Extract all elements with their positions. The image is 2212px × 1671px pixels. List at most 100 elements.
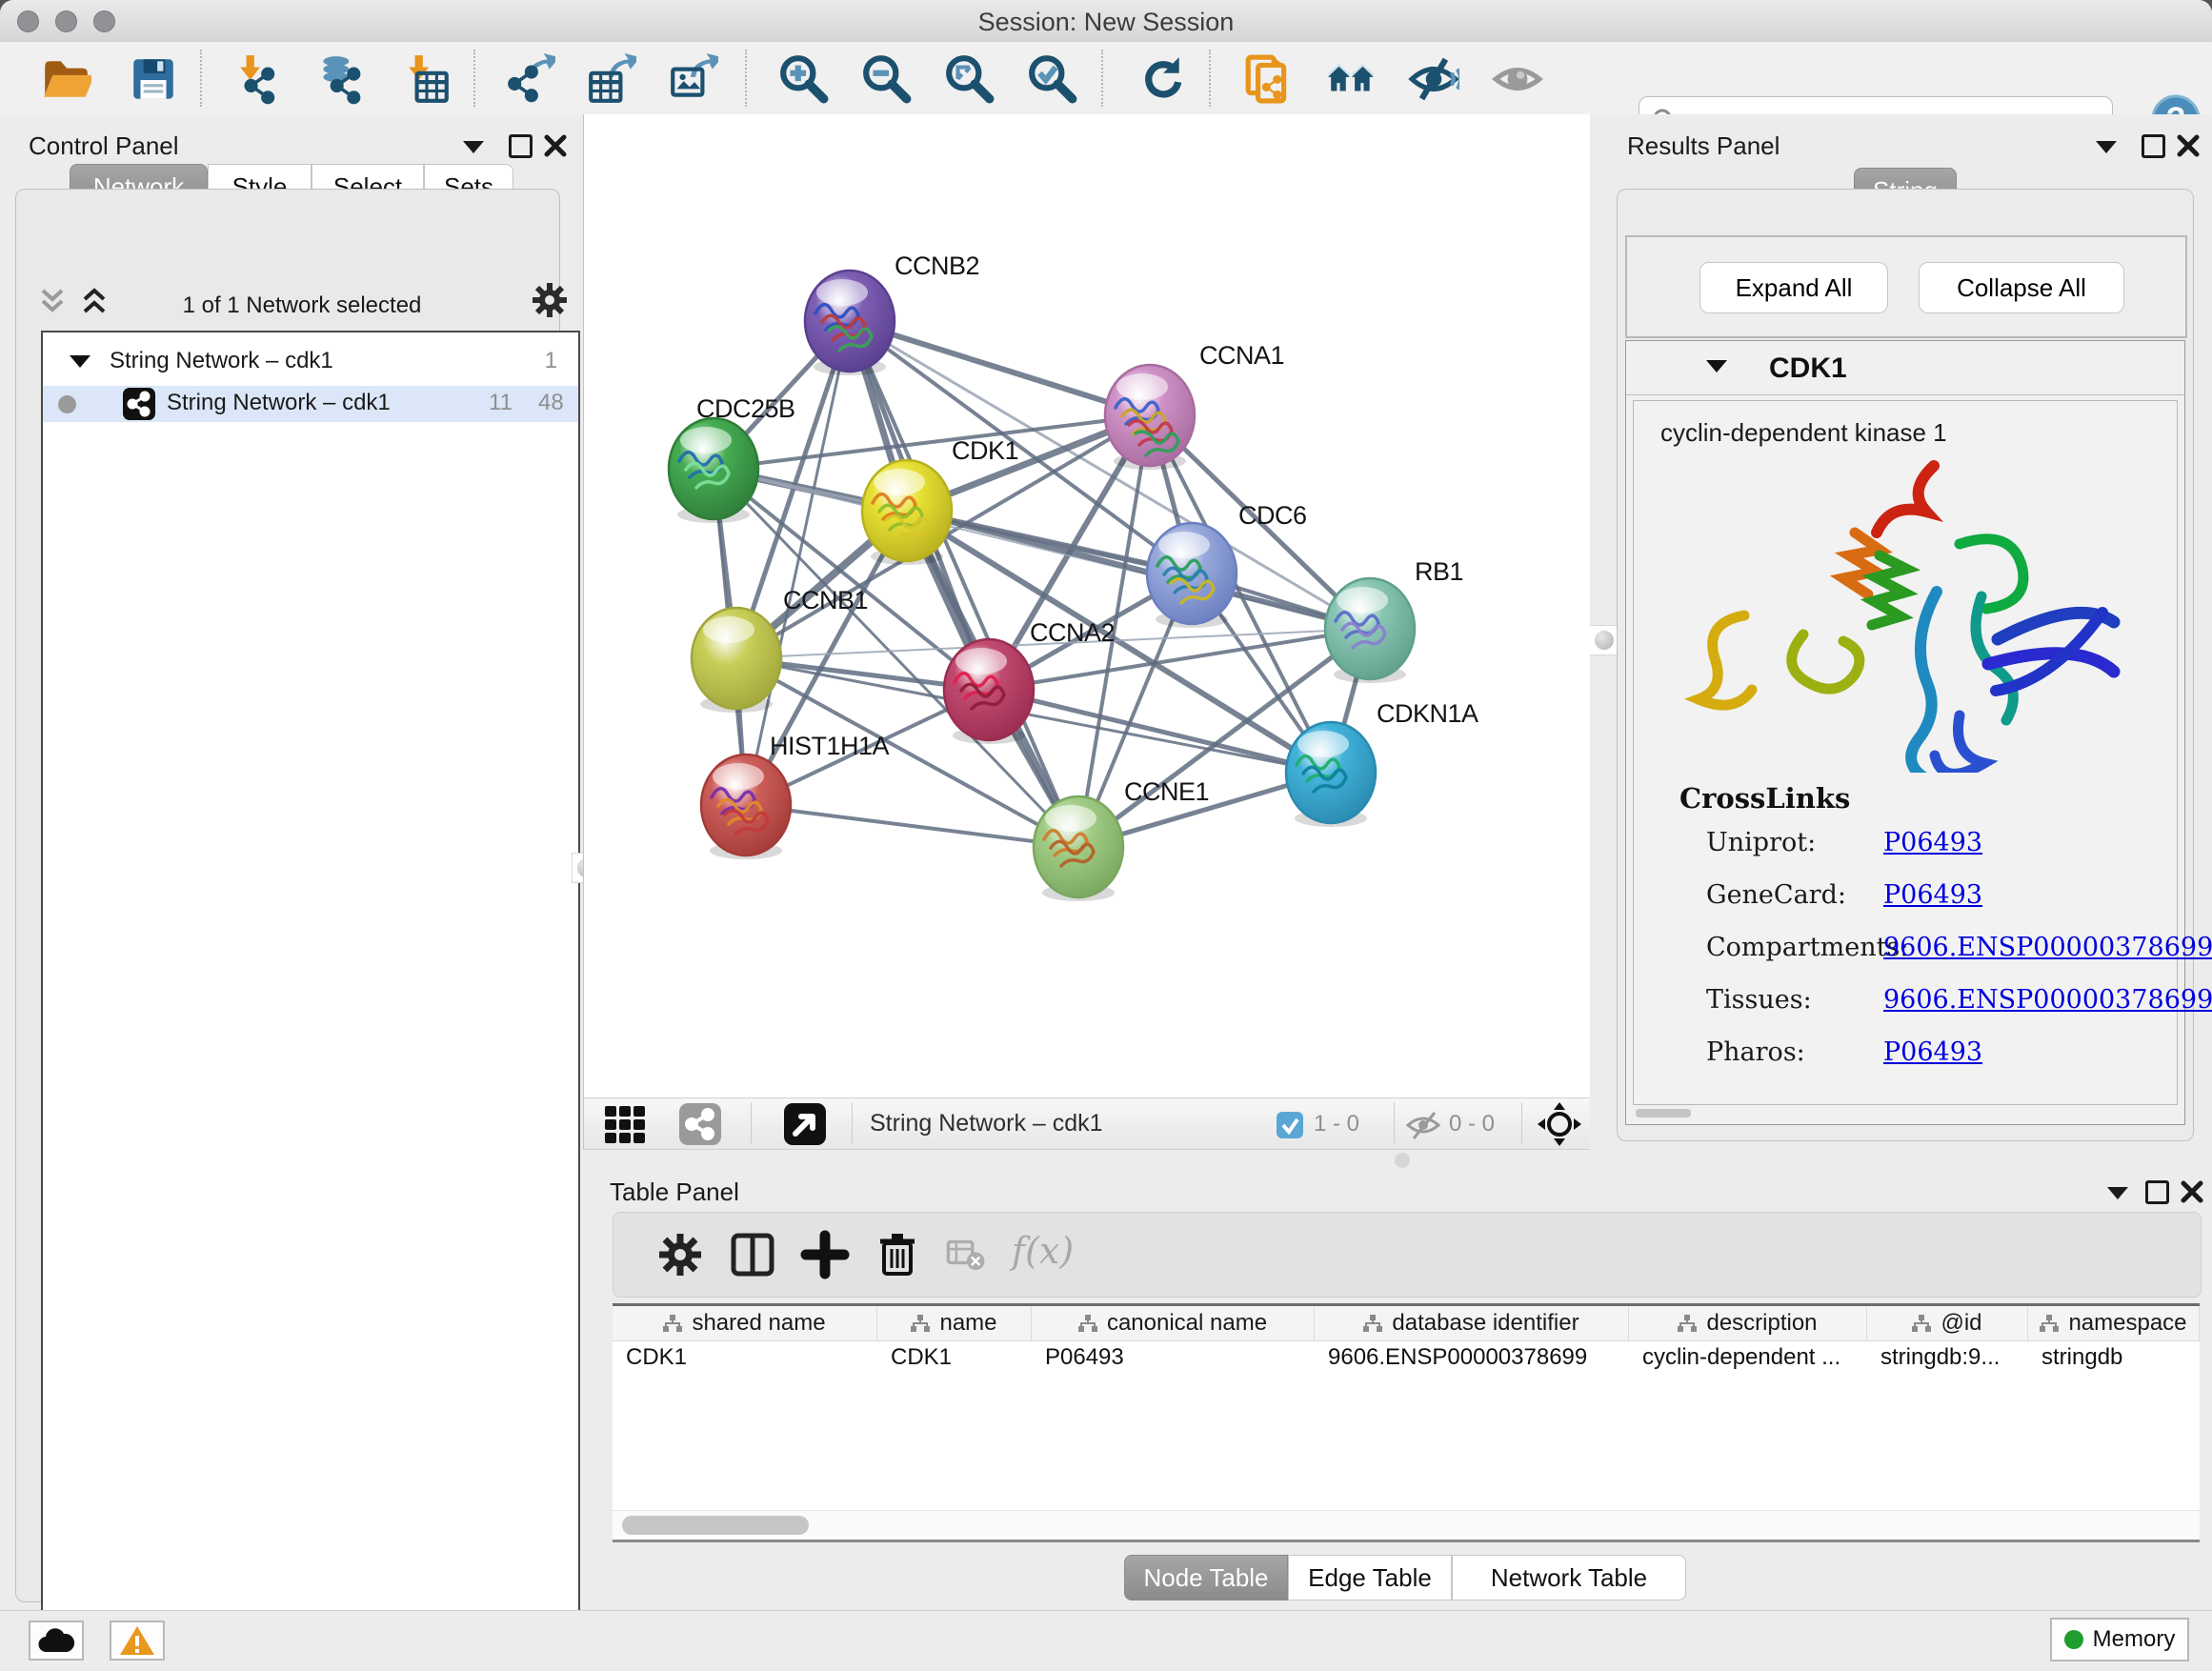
crosslink-link[interactable]: P06493 <box>1883 1037 1982 1067</box>
export-image-icon[interactable] <box>667 53 718 105</box>
panel-float-icon[interactable] <box>2142 134 2165 158</box>
panel-float-icon[interactable] <box>2145 1180 2169 1204</box>
network-share-view-icon[interactable] <box>679 1103 721 1145</box>
control-panel: Control Panel NetworkStyleSelectSets 1 o… <box>0 114 583 1610</box>
node-label-CCNB2: CCNB2 <box>895 252 979 280</box>
column-header-name[interactable]: name <box>877 1306 1032 1340</box>
edge-CCNB2-CCNA1[interactable] <box>850 321 1150 415</box>
open-in-new-window-icon[interactable] <box>784 1103 826 1145</box>
crosslink-label: Pharos: <box>1706 1037 1805 1067</box>
column-header-namespace[interactable]: namespace <box>2028 1306 2200 1340</box>
node-CDC25B[interactable] <box>669 418 758 523</box>
column-header-shared-name[interactable]: shared name <box>613 1306 877 1340</box>
warning-button[interactable] <box>110 1621 165 1661</box>
import-table-icon[interactable] <box>401 53 452 105</box>
toolbar-separator <box>200 50 202 107</box>
table-hscrollbar[interactable] <box>613 1510 2200 1540</box>
fit-content-icon[interactable] <box>1537 1101 1582 1147</box>
node-CCNB2[interactable] <box>805 271 895 375</box>
export-table-icon[interactable] <box>585 53 636 105</box>
expand-all-button[interactable]: Expand All <box>1699 262 1888 313</box>
gear-icon[interactable] <box>655 1230 705 1279</box>
edge-HIST1H1A-CCNE1[interactable] <box>746 805 1078 847</box>
table-cell: P06493 <box>1032 1340 1315 1375</box>
column-header-description[interactable]: description <box>1629 1306 1867 1340</box>
results-panel: Results Panel String Expand All Collapse… <box>1619 114 2212 1153</box>
share-document-icon[interactable] <box>1242 53 1294 105</box>
column-header-canonical-name[interactable]: canonical name <box>1032 1306 1315 1340</box>
panel-menu-icon[interactable] <box>2107 1187 2128 1199</box>
crosslink-link[interactable]: P06493 <box>1883 828 1982 857</box>
network-canvas[interactable]: CCNB2CCNA1CDC25BCDK1CDC6RB1CCNB1CCNA2CDK… <box>583 114 1590 1097</box>
node-CDC6[interactable] <box>1147 523 1237 628</box>
section-collapse-icon[interactable] <box>1706 360 1727 372</box>
column-header-database-identifier[interactable]: database identifier <box>1315 1306 1629 1340</box>
collapse-all-button[interactable]: Collapse All <box>1919 262 2124 313</box>
string-home-icon[interactable] <box>1326 53 1377 105</box>
crosslink-label: Uniprot: <box>1706 828 1816 857</box>
panel-menu-icon[interactable] <box>463 141 484 153</box>
show-eye-icon[interactable] <box>1492 53 1543 105</box>
node-CCNE1[interactable] <box>1034 796 1123 901</box>
selected-checkbox-icon[interactable] <box>1276 1111 1304 1139</box>
crosslink-row: Uniprot: P06493 <box>1634 828 2177 870</box>
node-label-CCNB1: CCNB1 <box>783 586 868 614</box>
panel-menu-icon[interactable] <box>2096 141 2117 153</box>
table-hscroll-thumb[interactable] <box>622 1516 809 1535</box>
node-CCNA1[interactable] <box>1105 365 1195 470</box>
edge-CCNB2-CCNE1[interactable] <box>850 321 1078 847</box>
crosslink-link[interactable]: 9606.ENSP00000378699 <box>1883 933 2212 962</box>
add-column-icon[interactable] <box>800 1230 850 1279</box>
open-session-icon[interactable] <box>40 53 91 105</box>
crosslink-link[interactable]: P06493 <box>1883 880 1982 910</box>
titlebar: Session: New Session <box>0 0 2212 43</box>
columns-icon[interactable] <box>728 1230 777 1279</box>
import-network-file-icon[interactable] <box>232 53 284 105</box>
export-network-icon[interactable] <box>504 53 555 105</box>
tab-edge-table[interactable]: Edge Table <box>1288 1555 1452 1601</box>
memory-button[interactable]: Memory <box>2050 1618 2189 1661</box>
node-CDKN1A[interactable] <box>1286 722 1376 827</box>
column-header-@id[interactable]: @id <box>1867 1306 2028 1340</box>
zoom-selected-icon[interactable] <box>1027 53 1078 105</box>
refresh-icon[interactable] <box>1136 53 1187 105</box>
delete-column-icon[interactable] <box>873 1230 922 1279</box>
tree-expand-icon[interactable] <box>70 355 90 368</box>
network-row-selected[interactable]: String Network – cdk1 11 48 <box>43 386 578 422</box>
table-row[interactable]: CDK1CDK1P064939606.ENSP00000378699cyclin… <box>613 1340 2200 1375</box>
table-cell: CDK1 <box>877 1340 1032 1375</box>
horizontal-splitter-handle[interactable] <box>1395 1153 1410 1168</box>
node-table: shared namenamecanonical namedatabase id… <box>613 1303 2200 1540</box>
results-hscroll-thumb[interactable] <box>1636 1109 1691 1117</box>
node-layer <box>669 271 1415 901</box>
results-panel-title: Results Panel <box>1627 131 1780 161</box>
tab-network-table[interactable]: Network Table <box>1452 1555 1686 1601</box>
cloud-button[interactable] <box>29 1621 84 1661</box>
memory-status-dot <box>2064 1630 2083 1649</box>
import-network-database-icon[interactable] <box>314 53 366 105</box>
node-label-HIST1H1A: HIST1H1A <box>770 732 890 760</box>
right-splitter-handle[interactable] <box>1589 625 1619 655</box>
hide-eye-icon[interactable] <box>1408 53 1459 105</box>
grid-view-icon[interactable] <box>603 1104 649 1146</box>
crosslink-row: Tissues: 9606.ENSP00000378699 <box>1634 985 2177 1027</box>
hidden-eye-icon <box>1405 1110 1441 1140</box>
node-RB1[interactable] <box>1325 578 1415 683</box>
hidden-count: 0 - 0 <box>1449 1111 1495 1137</box>
node-HIST1H1A[interactable] <box>701 755 791 859</box>
gene-section-header[interactable]: CDK1 <box>1626 341 2184 395</box>
crosslink-link[interactable]: 9606.ENSP00000378699 <box>1883 985 2212 1015</box>
panel-close-icon[interactable] <box>2176 133 2201 158</box>
zoom-in-icon[interactable] <box>778 53 830 105</box>
zoom-fit-icon[interactable] <box>944 53 995 105</box>
panel-close-icon[interactable] <box>2180 1179 2204 1204</box>
panel-close-icon[interactable] <box>543 133 568 158</box>
tab-node-table[interactable]: Node Table <box>1124 1555 1288 1601</box>
panel-float-icon[interactable] <box>509 134 533 158</box>
network-collection-row[interactable]: String Network – cdk1 1 <box>43 344 578 380</box>
gear-icon[interactable] <box>531 281 569 319</box>
right-splitter[interactable] <box>1589 114 1619 1153</box>
delete-table-icon-disabled <box>945 1230 987 1279</box>
save-session-icon[interactable] <box>128 53 179 105</box>
zoom-out-icon[interactable] <box>861 53 913 105</box>
